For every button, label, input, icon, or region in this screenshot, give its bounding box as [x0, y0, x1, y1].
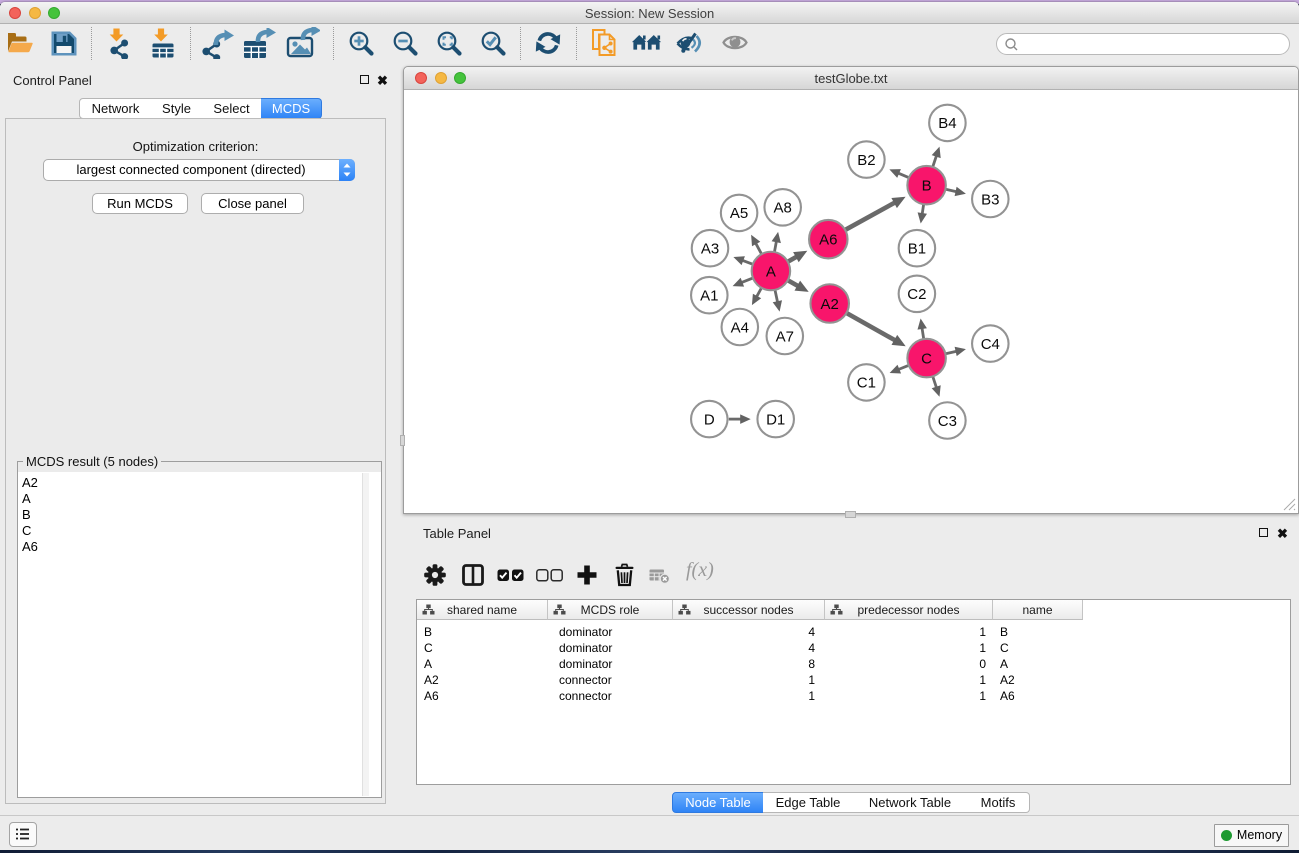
svg-text:A: A — [766, 263, 776, 280]
svg-text:C: C — [921, 350, 932, 367]
svg-text:B4: B4 — [938, 115, 956, 132]
svg-text:A1: A1 — [700, 288, 718, 305]
svg-text:B: B — [922, 178, 932, 195]
svg-text:B3: B3 — [981, 191, 999, 208]
svg-text:C1: C1 — [857, 375, 876, 392]
svg-text:A4: A4 — [731, 319, 749, 336]
svg-text:D1: D1 — [766, 411, 785, 428]
svg-text:C4: C4 — [981, 336, 1000, 353]
svg-text:C3: C3 — [938, 413, 957, 430]
svg-text:B2: B2 — [857, 152, 875, 169]
svg-text:B1: B1 — [908, 241, 926, 258]
svg-text:A8: A8 — [774, 200, 792, 217]
svg-text:C2: C2 — [907, 286, 926, 303]
svg-text:A2: A2 — [821, 296, 839, 313]
svg-text:D: D — [704, 411, 715, 428]
svg-text:A6: A6 — [819, 232, 837, 249]
svg-text:A7: A7 — [776, 328, 794, 345]
svg-text:A3: A3 — [701, 241, 719, 258]
svg-text:A5: A5 — [730, 205, 748, 222]
